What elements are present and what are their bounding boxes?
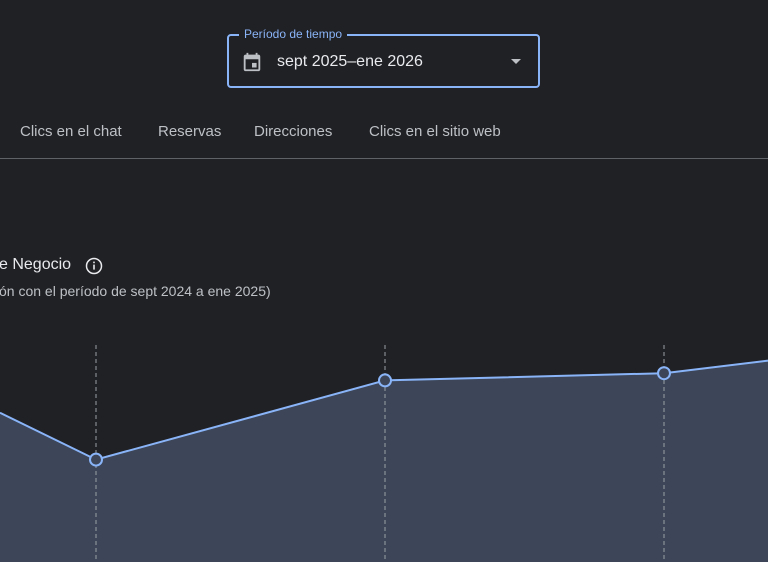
period-label: Período de tiempo	[239, 26, 348, 42]
tab-bookings[interactable]: Reservas	[158, 123, 221, 140]
metric-title: e Negocio	[0, 256, 72, 273]
caret-down-icon[interactable]	[510, 58, 522, 66]
data-point	[657, 366, 671, 381]
period-value: sept 2025–ene 2026	[277, 53, 423, 70]
series-area	[0, 360, 768, 562]
metric-subtitle: ón con el período de sept 2024 a ene 202…	[0, 283, 271, 299]
info-icon[interactable]	[85, 257, 103, 275]
tab-chat-clicks[interactable]: Clics en el chat	[20, 123, 122, 140]
data-point	[89, 452, 103, 467]
metric-tabs: Clics en el chat Reservas Direcciones Cl…	[0, 112, 768, 159]
calendar-icon	[243, 52, 261, 72]
period-selector[interactable]: Período de tiempo sept 2025–ene 2026	[227, 26, 540, 88]
data-point	[378, 373, 392, 388]
tab-website-clicks[interactable]: Clics en el sitio web	[369, 123, 501, 140]
tab-directions[interactable]: Direcciones	[254, 123, 332, 140]
line-area-chart	[0, 345, 768, 562]
